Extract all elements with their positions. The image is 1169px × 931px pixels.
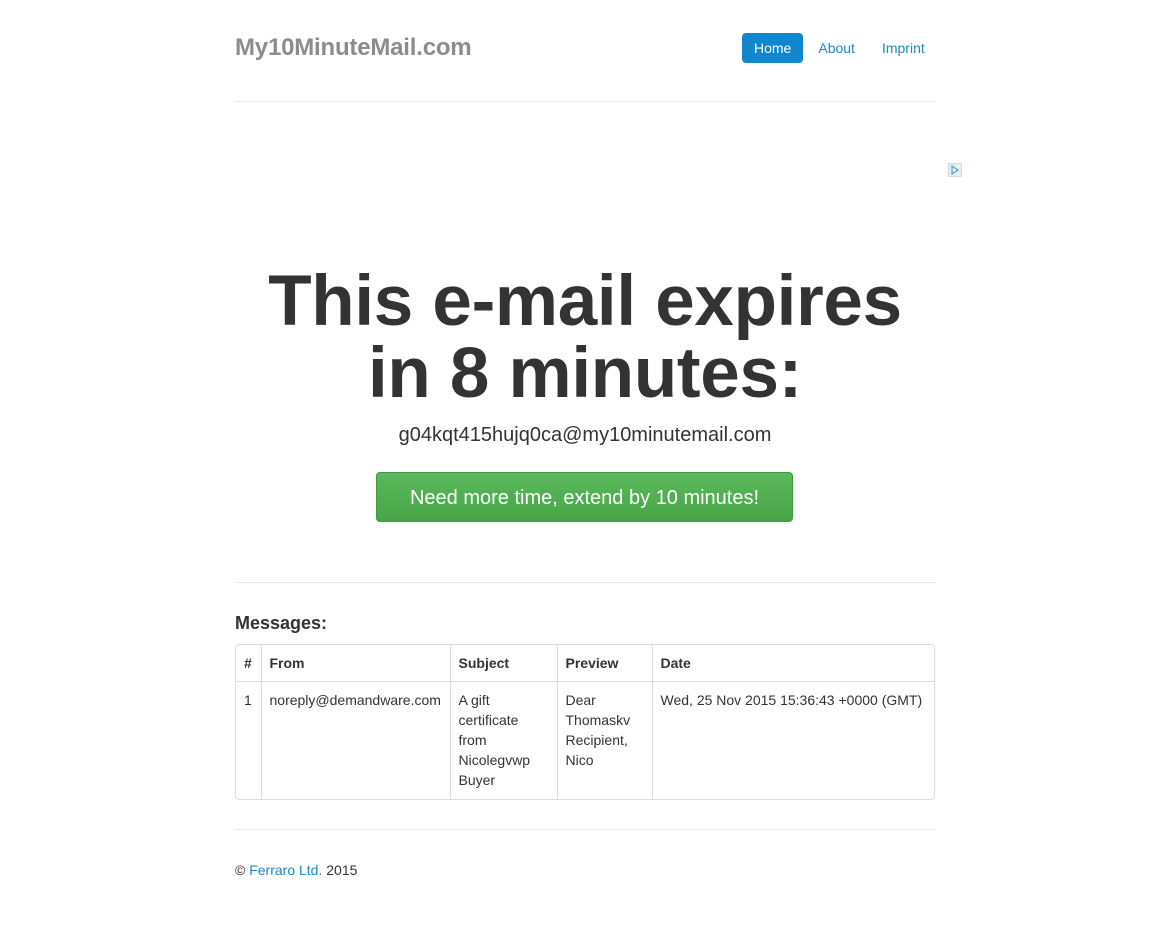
main-nav: Home About Imprint [742,33,939,63]
table-header-row: # From Subject Preview Date [236,645,934,682]
company-link[interactable]: Ferraro Ltd. [249,862,322,878]
extend-time-button[interactable]: Need more time, extend by 10 minutes! [376,472,793,522]
table-row[interactable]: 1 noreply@demandware.com A gift certific… [236,681,934,799]
footer-divider [235,829,935,830]
cell-number: 1 [244,692,252,708]
messages-heading: Messages: [235,613,328,633]
column-header-number: # [236,645,261,682]
expiry-headline: This e-mail expires in 8 minutes: [235,266,935,410]
column-header-date: Date [651,645,934,682]
nav-imprint-link[interactable]: Imprint [869,33,938,63]
nav-about-link[interactable]: About [805,33,868,63]
site-brand[interactable]: My10MinuteMail.com [235,34,472,62]
messages-table: # From Subject Preview Date 1 noreply@de… [235,644,935,800]
section-divider [235,582,935,583]
cell-date: Wed, 25 Nov 2015 15:36:43 +0000 (GMT) [651,681,934,799]
copyright-symbol: © [235,862,246,878]
column-header-from: From [260,645,450,682]
headline-line-2: in 8 minutes: [368,334,802,413]
cell-subject[interactable]: A gift certificate from Nicolegvwp Buyer [449,681,557,799]
temporary-email-address[interactable]: g04kqt415hujq0ca@my10minutemail.com [235,424,935,447]
headline-line-1: This e-mail expires [268,262,902,341]
adchoices-icon[interactable] [948,163,962,177]
column-header-preview: Preview [556,645,652,682]
cell-from[interactable]: noreply@demandware.com [260,681,450,799]
nav-home-link[interactable]: Home [742,33,804,63]
footer: © Ferraro Ltd. 2015 [235,862,357,878]
cell-preview[interactable]: Dear Thomaskv Recipient, Nico [556,681,652,799]
page: My10MinuteMail.com Home About Imprint Th… [0,0,1169,931]
column-header-subject: Subject [449,645,557,682]
copyright-year: 2015 [326,862,358,878]
header-divider [235,101,935,102]
